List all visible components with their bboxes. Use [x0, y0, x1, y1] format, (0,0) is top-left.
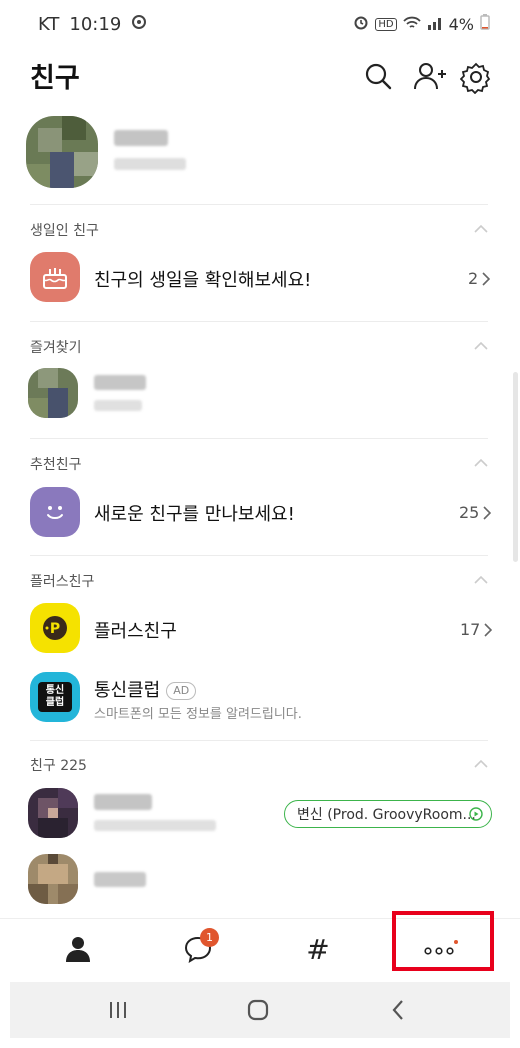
section-title-favorites: 즐겨찾기	[30, 340, 82, 356]
chevron-right-icon	[483, 505, 492, 520]
home-icon[interactable]	[246, 998, 270, 1022]
search-icon[interactable]	[362, 60, 396, 94]
friend-avatar[interactable]	[28, 788, 78, 838]
sync-icon	[131, 14, 147, 35]
clock: 10:19	[69, 14, 122, 35]
favorite-friend-message	[94, 400, 142, 411]
recommended-row-label[interactable]: 새로운 친구를 만나보세요!	[94, 500, 295, 526]
recent-apps-icon[interactable]	[108, 999, 128, 1021]
recommended-count[interactable]: 25	[459, 503, 492, 522]
friend-name	[94, 872, 146, 887]
plus-friend-logo-icon: P	[30, 603, 80, 653]
section-title-recommended: 추천친구	[30, 457, 82, 473]
person-icon	[66, 937, 90, 962]
my-profile-name	[114, 130, 168, 146]
chevron-up-icon[interactable]	[474, 458, 488, 468]
alarm-icon	[353, 14, 369, 34]
ad-badge: AD	[166, 682, 197, 700]
my-profile-avatar[interactable]	[26, 116, 98, 188]
chevron-up-icon[interactable]	[474, 341, 488, 351]
ad-row-description: 스마트폰의 모든 정보를 알려드립니다.	[94, 707, 302, 722]
wifi-icon	[402, 15, 421, 34]
smiley-icon	[30, 487, 80, 537]
battery-icon	[480, 14, 490, 34]
hd-icon: HD	[375, 17, 397, 31]
carrier-label: KT	[38, 14, 60, 35]
scrollbar[interactable]	[513, 372, 518, 562]
chat-unread-badge: 1	[200, 928, 219, 947]
svg-text:P: P	[50, 621, 60, 637]
music-status-pill[interactable]: 변신 (Prod. GroovyRoom...	[284, 800, 492, 828]
divider	[30, 555, 488, 556]
plus-row-label[interactable]: 플러스친구	[94, 617, 177, 643]
battery-label: 4%	[448, 14, 474, 34]
add-friend-icon[interactable]	[412, 60, 446, 94]
section-title-friends: 친구 225	[30, 758, 87, 774]
divider	[30, 204, 488, 205]
favorite-friend-avatar[interactable]	[28, 368, 78, 418]
chevron-right-icon	[484, 622, 493, 637]
birthday-count[interactable]: 2	[468, 269, 491, 288]
tab-view[interactable]: #	[298, 929, 338, 969]
friend-name	[94, 794, 152, 810]
system-nav-bar	[10, 982, 510, 1038]
friend-avatar[interactable]	[28, 854, 78, 904]
app-header: 친구	[0, 52, 520, 112]
music-status-text: 변신 (Prod. GroovyRoom...	[297, 807, 476, 823]
favorite-friend-name	[94, 375, 146, 390]
birthday-row-label[interactable]: 친구의 생일을 확인해보세요!	[94, 266, 311, 292]
divider	[30, 438, 488, 439]
chevron-up-icon[interactable]	[474, 759, 488, 769]
page-title: 친구	[30, 63, 80, 94]
chevron-right-icon	[482, 271, 491, 286]
settings-icon[interactable]	[459, 60, 494, 95]
section-title-birthday: 생일인 친구	[30, 223, 99, 239]
telecom-club-logo: 통신 클럽	[30, 672, 80, 722]
chevron-up-icon[interactable]	[474, 224, 488, 234]
signal-icon	[427, 15, 443, 34]
back-icon[interactable]	[390, 998, 406, 1022]
tab-friends[interactable]	[58, 929, 98, 969]
chevron-up-icon[interactable]	[474, 575, 488, 585]
divider	[30, 740, 488, 741]
cake-icon	[30, 252, 80, 302]
hash-icon: #	[306, 932, 330, 966]
divider	[30, 321, 488, 322]
plus-count[interactable]: 17	[460, 620, 493, 639]
ad-row-label: 통신클럽	[94, 680, 161, 701]
my-profile-message	[114, 158, 186, 170]
status-bar: KT 10:19 HD 4%	[0, 0, 520, 52]
friend-message	[94, 820, 216, 831]
play-icon	[469, 807, 483, 821]
section-title-plus: 플러스친구	[30, 574, 95, 590]
ad-row-title[interactable]: 통신클럽 AD	[94, 676, 197, 702]
highlight-annotation-box	[392, 911, 494, 971]
